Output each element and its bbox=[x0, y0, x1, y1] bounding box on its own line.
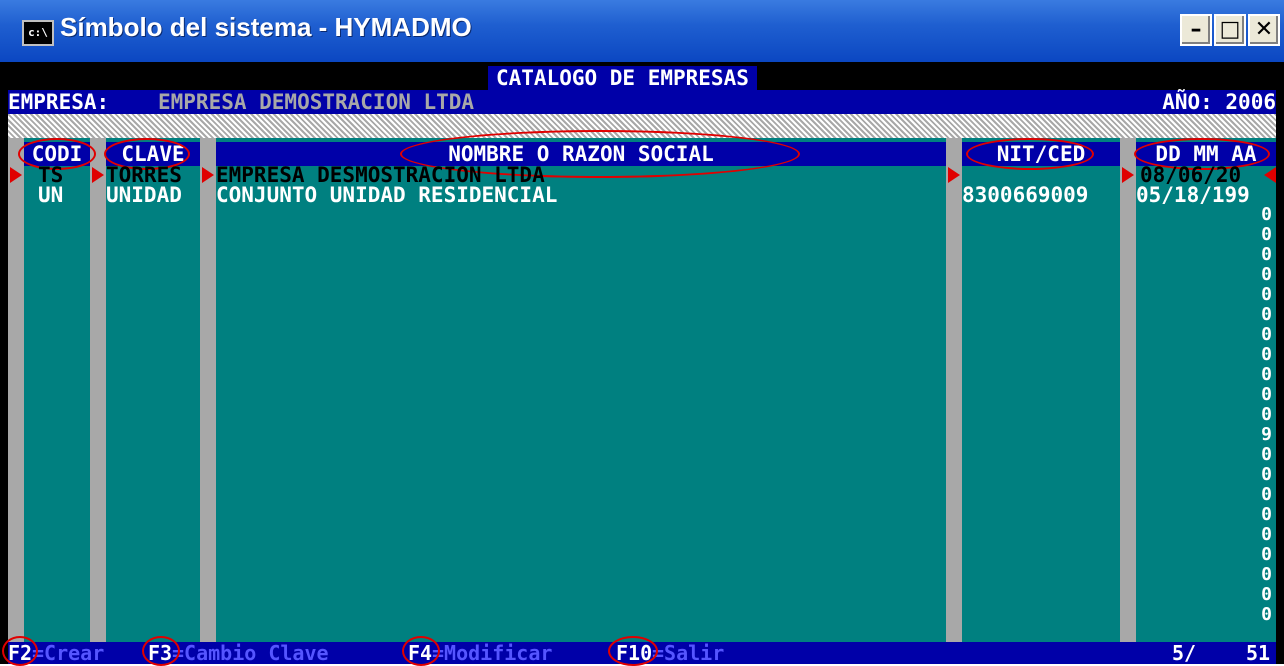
row-digit: 0 bbox=[1261, 364, 1272, 385]
selection-marker bbox=[948, 167, 960, 183]
f3-label: =Cambio Clave bbox=[172, 641, 329, 665]
column-separator bbox=[8, 138, 24, 642]
companies-table[interactable]: CODI CLAVE NOMBRE O RAZON SOCIAL NIT/CED… bbox=[8, 130, 1276, 642]
row-digit: 0 bbox=[1261, 204, 1272, 225]
annotation-ellipse bbox=[608, 636, 658, 666]
cell-clave[interactable]: UNIDAD bbox=[106, 184, 182, 206]
row-digit: 0 bbox=[1261, 304, 1272, 325]
row-digit: 0 bbox=[1261, 584, 1272, 605]
maximize-button[interactable]: □ bbox=[1214, 14, 1246, 46]
row-digit: 0 bbox=[1261, 604, 1272, 625]
row-digit: 9 bbox=[1261, 424, 1272, 445]
screen-title: CATALOGO DE EMPRESAS bbox=[488, 66, 757, 90]
row-digit: 0 bbox=[1261, 224, 1272, 245]
year-label: AÑO: 2006 bbox=[1162, 90, 1276, 114]
annotation-ellipse bbox=[402, 636, 440, 666]
row-digit: 0 bbox=[1261, 264, 1272, 285]
cell-fecha[interactable]: 05/18/199 bbox=[1136, 184, 1250, 206]
f10-label: =Salir bbox=[652, 641, 725, 665]
record-position: 5/ bbox=[1172, 641, 1197, 665]
company-row: EMPRESA: EMPRESA DEMOSTRACION LTDA AÑO: … bbox=[8, 90, 1276, 114]
record-total: 51 bbox=[1246, 641, 1271, 665]
command-prompt-icon[interactable]: c:\ bbox=[22, 20, 54, 46]
close-button[interactable]: ✕ bbox=[1248, 14, 1280, 46]
minimize-button[interactable]: – bbox=[1180, 14, 1212, 46]
window-title: Símbolo del sistema - HYMADMO bbox=[60, 12, 472, 42]
row-digit: 0 bbox=[1261, 384, 1272, 405]
f4-label: =Modificar bbox=[432, 641, 553, 665]
row-digit: 0 bbox=[1261, 244, 1272, 265]
row-digit: 0 bbox=[1261, 504, 1272, 525]
selection-marker bbox=[1122, 167, 1134, 183]
cell-codi[interactable]: UN bbox=[38, 184, 63, 206]
selection-marker bbox=[10, 167, 22, 183]
annotation-ellipse bbox=[2, 636, 38, 666]
row-digit: 0 bbox=[1261, 544, 1272, 565]
row-digit: 0 bbox=[1261, 524, 1272, 545]
title-bar[interactable]: c:\ Símbolo del sistema - HYMADMO – □ ✕ bbox=[0, 0, 1284, 62]
selection-marker bbox=[202, 167, 214, 183]
selection-marker bbox=[1264, 167, 1276, 183]
row-digit: 0 bbox=[1261, 324, 1272, 345]
cell-nombre[interactable]: CONJUNTO UNIDAD RESIDENCIAL bbox=[216, 184, 557, 206]
row-digit: 0 bbox=[1261, 444, 1272, 465]
f2-label: =Crear bbox=[32, 641, 105, 665]
company-name: EMPRESA DEMOSTRACION LTDA bbox=[158, 90, 475, 114]
column-separator bbox=[200, 138, 216, 642]
row-digit: 0 bbox=[1261, 484, 1272, 505]
column-separator bbox=[90, 138, 106, 642]
annotation-ellipse bbox=[142, 636, 180, 666]
console-area[interactable]: CATALOGO DE EMPRESAS EMPRESA: EMPRESA DE… bbox=[0, 62, 1284, 666]
console-window: c:\ Símbolo del sistema - HYMADMO – □ ✕ … bbox=[0, 0, 1284, 666]
annotation-ellipse bbox=[966, 138, 1094, 170]
cell-nit[interactable]: 8300669009 bbox=[962, 184, 1088, 206]
selection-marker bbox=[92, 167, 104, 183]
screen-title-row: CATALOGO DE EMPRESAS bbox=[8, 66, 1276, 90]
row-digit: 0 bbox=[1261, 344, 1272, 365]
column-separator bbox=[946, 138, 962, 642]
company-label: EMPRESA: bbox=[8, 90, 110, 114]
row-digit: 0 bbox=[1261, 284, 1272, 305]
row-digit: 0 bbox=[1261, 564, 1272, 585]
column-separator bbox=[1120, 138, 1136, 642]
function-key-bar: F2 =Crear F3 =Cambio Clave F4 =Modificar… bbox=[2, 636, 1276, 666]
row-digit: 0 bbox=[1261, 464, 1272, 485]
row-digit: 0 bbox=[1261, 404, 1272, 425]
